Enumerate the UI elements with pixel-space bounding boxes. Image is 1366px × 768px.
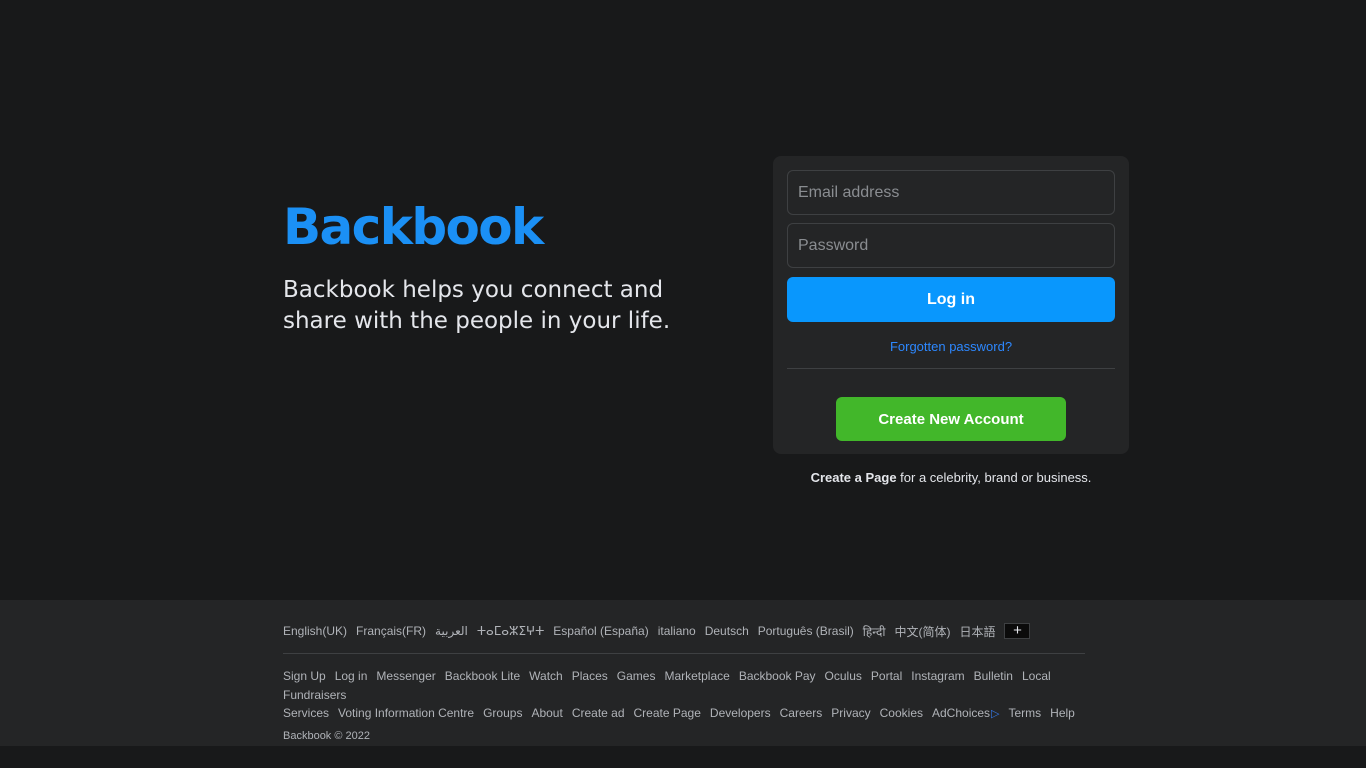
language-item[interactable]: English(UK) — [283, 624, 347, 638]
language-list: English(UK) Français(FR) العربية ⵜⴰⵎⴰⵣⵉⵖ… — [283, 622, 1085, 640]
more-languages-button[interactable]: + — [1004, 622, 1031, 639]
language-item[interactable]: 日本語 — [959, 623, 995, 640]
footer-link[interactable]: Watch — [529, 667, 563, 686]
footer-link[interactable]: Services — [283, 704, 329, 723]
copyright: Backbook © 2022 — [283, 729, 370, 742]
footer-link[interactable]: Oculus — [825, 667, 862, 686]
footer: English(UK) Français(FR) العربية ⵜⴰⵎⴰⵣⵉⵖ… — [0, 600, 1366, 746]
footer-link[interactable]: Backbook Pay — [739, 667, 816, 686]
footer-link[interactable]: Messenger — [376, 667, 435, 686]
create-page-link[interactable]: Create a Page — [811, 470, 897, 485]
footer-link[interactable]: Places — [572, 667, 608, 686]
footer-link[interactable]: Portal — [871, 667, 902, 686]
footer-link[interactable]: Backbook Lite — [445, 667, 520, 686]
footer-link[interactable]: Privacy — [831, 704, 870, 723]
language-item[interactable]: 中文(简体) — [894, 623, 950, 640]
adchoices-icon: ▷ — [991, 708, 1000, 720]
login-button[interactable]: Log in — [787, 277, 1115, 322]
footer-link[interactable]: Create Page — [634, 704, 701, 723]
footer-link-label: AdChoices — [932, 706, 991, 720]
footer-link[interactable]: Groups — [483, 704, 522, 723]
language-item[interactable]: ⵜⴰⵎⴰⵣⵉⵖⵜ — [477, 624, 544, 638]
footer-link[interactable]: Help — [1050, 704, 1075, 723]
footer-link[interactable]: Developers — [710, 704, 771, 723]
footer-link[interactable]: Voting Information Centre — [338, 704, 474, 723]
footer-link[interactable]: Bulletin — [974, 667, 1013, 686]
footer-link[interactable]: Cookies — [880, 704, 923, 723]
footer-link[interactable]: Fundraisers — [283, 686, 346, 705]
footer-link-adchoices[interactable]: AdChoices▷ — [932, 704, 1000, 724]
create-account-button[interactable]: Create New Account — [836, 397, 1066, 441]
footer-link[interactable]: Instagram — [911, 667, 964, 686]
footer-link[interactable]: Create ad — [572, 704, 625, 723]
forgot-password-link[interactable]: Forgotten password? — [787, 339, 1115, 354]
language-item[interactable]: Português (Brasil) — [758, 624, 854, 638]
main-section: Backbook Backbook helps you connect and … — [0, 0, 1366, 600]
footer-link[interactable]: Terms — [1009, 704, 1042, 723]
language-item[interactable]: italiano — [658, 624, 696, 638]
footer-link[interactable]: Careers — [780, 704, 823, 723]
footer-link[interactable]: Sign Up — [283, 667, 326, 686]
footer-link[interactable]: Local — [1022, 667, 1051, 686]
brand-logo: Backbook — [283, 198, 544, 256]
language-item[interactable]: Français(FR) — [356, 624, 426, 638]
password-field[interactable] — [787, 223, 1115, 268]
email-field[interactable] — [787, 170, 1115, 215]
card-divider — [787, 368, 1115, 369]
login-card: Log in Forgotten password? Create New Ac… — [773, 156, 1129, 454]
create-page-description: for a celebrity, brand or business. — [896, 470, 1092, 485]
language-item[interactable]: العربية — [435, 624, 468, 638]
footer-link[interactable]: About — [531, 704, 562, 723]
hero: Backbook Backbook helps you connect and … — [283, 195, 743, 337]
footer-links: Sign Up Log in Messenger Backbook Lite Watch… — [283, 667, 1093, 724]
language-item[interactable]: Español (España) — [553, 624, 648, 638]
page: Backbook Backbook helps you connect and … — [0, 0, 1366, 768]
footer-inner: English(UK) Français(FR) العربية ⵜⴰⵎⴰⵣⵉⵖ… — [283, 622, 1085, 742]
footer-link[interactable]: Marketplace — [664, 667, 729, 686]
plus-icon: + — [1013, 622, 1022, 639]
language-item[interactable]: हिन्दी — [863, 623, 886, 640]
footer-divider — [283, 653, 1085, 654]
brand-tagline: Backbook helps you connect and share wit… — [283, 277, 671, 334]
footer-link[interactable]: Log in — [335, 667, 368, 686]
create-page-text: Create a Page for a celebrity, brand or … — [773, 470, 1129, 485]
footer-link[interactable]: Games — [617, 667, 656, 686]
language-item[interactable]: Deutsch — [705, 624, 749, 638]
bottom-strip — [0, 746, 1366, 768]
